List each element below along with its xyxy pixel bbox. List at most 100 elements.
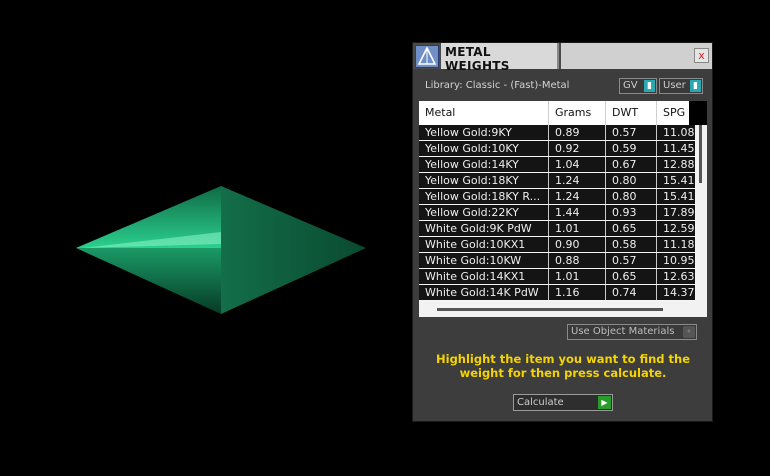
cell-metal: White Gold:14KX1 bbox=[425, 270, 526, 283]
column-divider bbox=[548, 221, 549, 236]
window-title: METAL WEIGHTS bbox=[445, 45, 510, 73]
close-button[interactable]: x bbox=[694, 48, 709, 63]
column-divider bbox=[605, 237, 606, 252]
dropdown-arrow-icon: ▮ bbox=[690, 80, 701, 92]
cell-dwt: 0.65 bbox=[612, 222, 637, 235]
column-divider bbox=[548, 285, 549, 300]
cell-dwt: 0.67 bbox=[612, 158, 637, 171]
table-row[interactable]: Yellow Gold:18KY R... 1.24 0.80 15.41 bbox=[419, 189, 695, 204]
cell-spg: 11.08 bbox=[663, 126, 695, 139]
calculate-button-label: Calculate bbox=[517, 397, 564, 408]
cell-grams: 0.88 bbox=[555, 254, 580, 267]
column-header-metal[interactable]: Metal bbox=[419, 101, 549, 125]
column-divider bbox=[656, 189, 657, 204]
table-row[interactable]: Yellow Gold:14KY 1.04 0.67 12.88 bbox=[419, 157, 695, 172]
cell-grams: 0.90 bbox=[555, 238, 580, 251]
column-divider bbox=[605, 205, 606, 220]
cell-dwt: 0.59 bbox=[612, 142, 637, 155]
cell-grams: 1.04 bbox=[555, 158, 580, 171]
table-row[interactable]: White Gold:10KW 0.88 0.57 10.95 bbox=[419, 253, 695, 268]
cell-metal: White Gold:9K PdW bbox=[425, 222, 532, 235]
gem-preview bbox=[76, 186, 366, 314]
cell-metal: Yellow Gold:18KY R... bbox=[425, 190, 541, 203]
user-dropdown-value: User bbox=[663, 80, 686, 91]
units-dropdown-value: GV bbox=[623, 80, 638, 91]
cell-grams: 1.16 bbox=[555, 286, 580, 299]
cell-spg: 10.95 bbox=[663, 254, 695, 267]
cell-metal: Yellow Gold:10KY bbox=[425, 142, 519, 155]
cell-spg: 12.63 bbox=[663, 270, 695, 283]
metal-weights-panel: METAL WEIGHTS x Library: Classic - (Fast… bbox=[412, 42, 713, 422]
vertical-scrollbar[interactable] bbox=[696, 125, 707, 301]
column-divider bbox=[605, 253, 606, 268]
cell-metal: Yellow Gold:9KY bbox=[425, 126, 512, 139]
column-divider bbox=[605, 173, 606, 188]
column-header-spg[interactable]: SPG bbox=[657, 101, 689, 125]
cell-dwt: 0.57 bbox=[612, 254, 637, 267]
play-icon: ▶ bbox=[598, 396, 611, 409]
table-row[interactable]: Yellow Gold:9KY 0.89 0.57 11.08 bbox=[419, 125, 695, 140]
cell-spg: 15.41 bbox=[663, 190, 695, 203]
cell-spg: 11.45 bbox=[663, 142, 695, 155]
column-divider bbox=[605, 141, 606, 156]
table-row[interactable]: Yellow Gold:18KY 1.24 0.80 15.41 bbox=[419, 173, 695, 188]
table-row[interactable]: White Gold:9K PdW 1.01 0.65 12.59 bbox=[419, 221, 695, 236]
header-corner bbox=[689, 101, 707, 125]
column-divider bbox=[548, 141, 549, 156]
column-divider bbox=[656, 253, 657, 268]
column-divider bbox=[548, 269, 549, 284]
cell-grams: 1.44 bbox=[555, 206, 580, 219]
materials-dropdown-value: Use Object Materials bbox=[571, 326, 675, 337]
column-divider bbox=[548, 189, 549, 204]
column-divider bbox=[656, 205, 657, 220]
cell-grams: 1.01 bbox=[555, 222, 580, 235]
table-row[interactable]: Yellow Gold:10KY 0.92 0.59 11.45 bbox=[419, 141, 695, 156]
cell-metal: White Gold:10KX1 bbox=[425, 238, 526, 251]
column-divider bbox=[656, 285, 657, 300]
instruction-text: Highlight the item you want to find the … bbox=[436, 352, 690, 380]
column-divider bbox=[656, 269, 657, 284]
column-divider bbox=[656, 173, 657, 188]
cell-spg: 15.41 bbox=[663, 174, 695, 187]
column-divider bbox=[605, 221, 606, 236]
cell-dwt: 0.93 bbox=[612, 206, 637, 219]
cell-spg: 17.89 bbox=[663, 206, 695, 219]
column-divider bbox=[656, 125, 657, 140]
title-bar[interactable]: METAL WEIGHTS x bbox=[413, 43, 712, 73]
close-icon: x bbox=[698, 49, 705, 62]
cell-grams: 1.01 bbox=[555, 270, 580, 283]
units-dropdown[interactable]: GV ▮ bbox=[619, 78, 657, 94]
horizontal-scrollbar-thumb[interactable] bbox=[437, 308, 663, 311]
cell-dwt: 0.74 bbox=[612, 286, 637, 299]
horizontal-scrollbar[interactable] bbox=[419, 301, 707, 317]
table-row[interactable]: White Gold:10KX1 0.90 0.58 11.18 bbox=[419, 237, 695, 252]
cell-spg: 11.18 bbox=[663, 238, 695, 251]
materials-dropdown[interactable]: Use Object Materials ◦ bbox=[567, 324, 697, 340]
column-header-grams[interactable]: Grams bbox=[549, 101, 606, 125]
cell-grams: 0.89 bbox=[555, 126, 580, 139]
column-divider bbox=[548, 237, 549, 252]
3d-viewport[interactable] bbox=[0, 0, 412, 476]
dropdown-arrow-icon: ▮ bbox=[644, 80, 655, 92]
column-divider bbox=[548, 157, 549, 172]
table-row[interactable]: Yellow Gold:22KY 1.44 0.93 17.89 bbox=[419, 205, 695, 220]
library-label: Library: Classic - (Fast)-Metal bbox=[425, 80, 570, 91]
cell-spg: 12.88 bbox=[663, 158, 695, 171]
column-divider bbox=[548, 205, 549, 220]
cell-dwt: 0.80 bbox=[612, 174, 637, 187]
app-logo-icon bbox=[415, 45, 439, 68]
table-row[interactable]: White Gold:14KX1 1.01 0.65 12.63 bbox=[419, 269, 695, 284]
calculate-button[interactable]: Calculate ▶ bbox=[513, 394, 613, 411]
table-row[interactable]: White Gold:14K PdW 1.16 0.74 14.37 bbox=[419, 285, 695, 300]
column-header-dwt[interactable]: DWT bbox=[606, 101, 657, 125]
metal-table: Metal Grams DWT SPG Yellow Gold:9KY 0.89 0… bbox=[419, 101, 707, 317]
column-divider bbox=[656, 221, 657, 236]
cell-dwt: 0.80 bbox=[612, 190, 637, 203]
cell-grams: 0.92 bbox=[555, 142, 580, 155]
user-dropdown[interactable]: User ▮ bbox=[659, 78, 703, 94]
column-divider bbox=[605, 269, 606, 284]
cell-metal: Yellow Gold:18KY bbox=[425, 174, 519, 187]
column-divider bbox=[605, 157, 606, 172]
dropdown-knob-icon: ◦ bbox=[683, 326, 695, 338]
vertical-scrollbar-thumb[interactable] bbox=[699, 125, 702, 183]
